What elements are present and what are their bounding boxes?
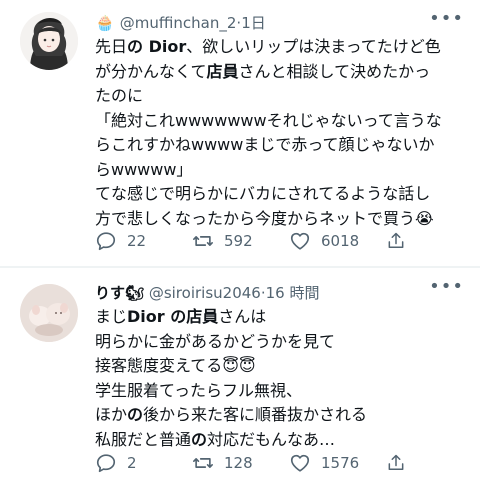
retweet-icon — [193, 236, 213, 246]
user-handle[interactable]: @siroirisu2046 — [149, 284, 261, 302]
tweet-text: まじDior の店員さんは 明らかに金があるかどうかを見て 接客態度変えてる😇😇… — [95, 305, 465, 452]
like-button[interactable]: 1576 — [289, 452, 386, 474]
tweet-line: 「絶対これwwwwwwwそれじゃないって言うな — [95, 110, 442, 130]
reply-button[interactable]: 22 — [95, 230, 192, 252]
like-count: 6018 — [321, 232, 360, 250]
share-icon — [388, 454, 404, 470]
heart-icon — [290, 232, 310, 250]
tweet-line: 明らかに金があるかどうかを見て — [95, 331, 336, 351]
reply-button[interactable]: 2 — [95, 452, 192, 474]
share-icon — [388, 232, 404, 248]
tweet[interactable]: 🧁 @muffinchan_2·1日 ••• 先日の Dior、欲しいリップは決… — [0, 0, 480, 267]
tweet[interactable]: りす🐿 @siroirisu2046·16 時間 ••• まじDior の店員さ… — [0, 268, 480, 479]
tweet-line: 学生服着てったらフル無視、 — [95, 380, 303, 400]
retweet-count: 592 — [224, 232, 253, 250]
tweet-actions: 2 128 1576 — [95, 451, 455, 475]
tweet-time[interactable]: 1日 — [241, 14, 266, 32]
tweet-line: 方で悲しくなったから今度からネットで買う😭 — [95, 208, 434, 228]
reply-icon — [96, 232, 116, 251]
tweet-line: 接客態度変えてる😇😇 — [95, 356, 256, 375]
reply-count: 2 — [127, 454, 137, 472]
retweet-button[interactable]: 592 — [192, 230, 289, 252]
tweet-line: が分かんなくて店員さんと相談して決めたかっ — [95, 61, 431, 81]
like-button[interactable]: 6018 — [289, 230, 386, 252]
share-button[interactable] — [386, 230, 416, 252]
more-options-icon[interactable]: ••• — [429, 10, 464, 28]
retweet-count: 128 — [224, 454, 253, 472]
tweet-actions: 22 592 6018 — [95, 229, 455, 253]
cupcake-icon: 🧁 — [95, 14, 115, 32]
tweet-text: 先日の Dior、欲しいリップは決まってたけど色 が分かんなくて店員さんと相談し… — [95, 35, 465, 231]
like-count: 1576 — [321, 454, 360, 472]
heart-icon — [290, 454, 310, 472]
tweet-line: らwwwww」 — [95, 159, 193, 179]
tweet-time[interactable]: 16 時間 — [266, 284, 320, 302]
avatar[interactable] — [20, 12, 78, 70]
share-button[interactable] — [386, 452, 416, 474]
avatar-illustration — [20, 12, 78, 70]
tweet-line: ほかの後から来た客に順番抜かされる — [95, 405, 368, 424]
tweet-line: まじDior の店員さんは — [95, 307, 267, 326]
more-options-icon[interactable]: ••• — [429, 278, 464, 296]
display-name[interactable]: りす🐿 — [95, 284, 144, 302]
tweet-header: りす🐿 @siroirisu2046·16 時間 — [95, 284, 320, 302]
tweet-line: らこれすかねwwwwまじで赤って顔じゃないか — [95, 135, 435, 154]
retweet-button[interactable]: 128 — [192, 452, 289, 474]
tweet-header: 🧁 @muffinchan_2·1日 — [95, 14, 266, 32]
tweet-line: たのに — [95, 86, 144, 105]
retweet-icon — [193, 458, 213, 468]
avatar[interactable] — [20, 284, 78, 342]
user-handle[interactable]: @muffinchan_2 — [120, 14, 237, 32]
tweet-line: てな感じで明らかにバカにされてるような話し — [95, 184, 431, 203]
tweet-line: 私服だと普通の対応だもんなあ… — [95, 429, 336, 449]
tweet-line: 先日の Dior、欲しいリップは決まってたけど色 — [95, 37, 441, 56]
reply-count: 22 — [127, 232, 147, 250]
reply-icon — [96, 454, 116, 473]
avatar-photo — [20, 284, 78, 342]
